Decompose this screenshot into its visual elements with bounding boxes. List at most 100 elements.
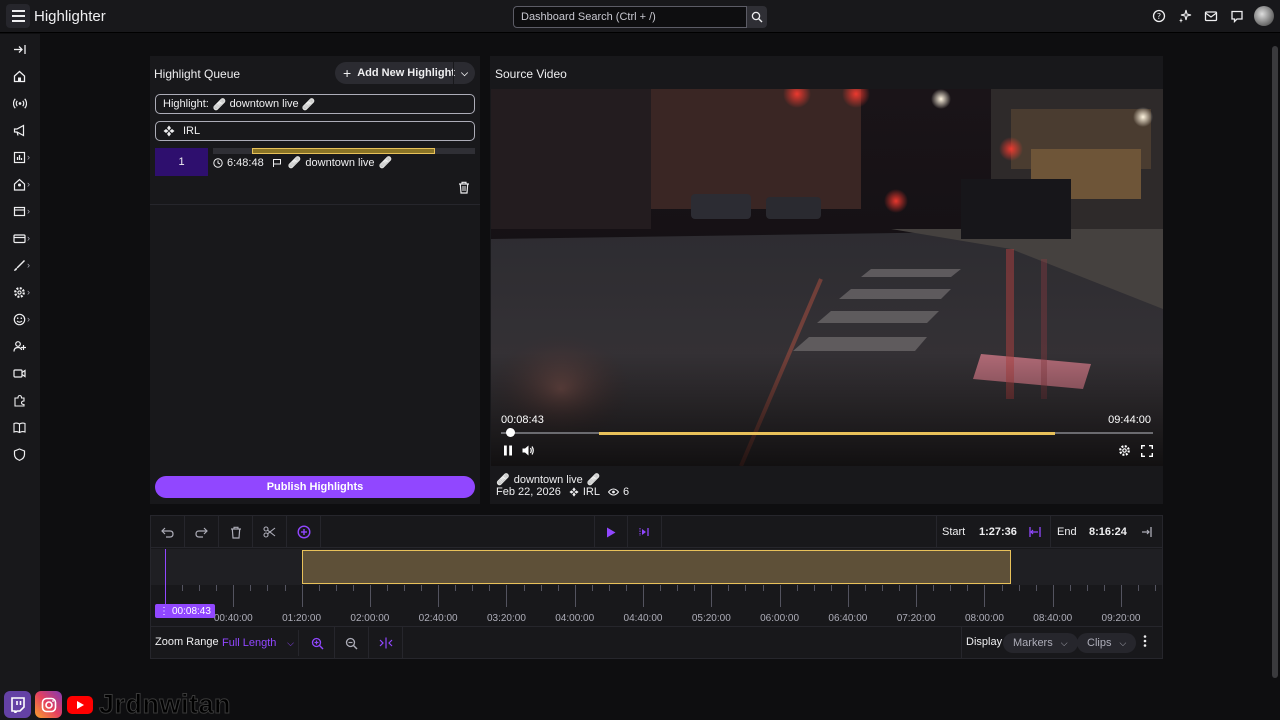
timeline-clip[interactable] [302, 550, 1011, 584]
split-button[interactable] [253, 516, 287, 548]
timeline-minor-tick [1018, 585, 1020, 591]
more-options-icon[interactable] [1143, 635, 1147, 647]
search-input[interactable] [513, 6, 747, 28]
search-bar [513, 6, 767, 28]
content-icon[interactable]: › [13, 203, 35, 219]
video-current-time: 00:08:43 [501, 414, 544, 426]
volume-icon[interactable] [522, 445, 535, 456]
highlight-title-field[interactable]: Highlight: 🩹 downtown live 🩹 [155, 94, 475, 114]
add-user-icon[interactable] [13, 338, 35, 354]
gear-icon[interactable] [1118, 444, 1131, 457]
highlight-queue-title: Highlight Queue [154, 67, 241, 81]
scrollbar-thumb[interactable] [1272, 46, 1278, 678]
play-to-end-button[interactable] [628, 516, 662, 548]
delete-clip-button[interactable] [219, 516, 253, 548]
emote-icon[interactable]: › [13, 311, 35, 327]
chevron-down-icon[interactable]: ⌵ [453, 62, 475, 84]
play-icon [607, 527, 616, 537]
shield-icon[interactable] [13, 446, 35, 462]
timeline-major-tick [506, 585, 508, 607]
chat-icon[interactable] [1228, 6, 1246, 26]
playhead-time-badge[interactable]: ⋮ 00:08:43 [155, 604, 215, 618]
timeline-minor-tick [762, 585, 764, 591]
timeline-track[interactable]: 00:40:00 01:20:00 02:00:00 02:40:00 03:20:00… [151, 549, 1162, 625]
zoom-in-button[interactable] [301, 627, 335, 659]
timeline-minor-tick [796, 585, 798, 591]
youtube-logo-icon [66, 691, 93, 718]
fit-timeline-button[interactable] [369, 627, 403, 659]
markers-toggle[interactable]: Markers ⌵ [1003, 633, 1078, 653]
bandage-icon: 🩹 [287, 157, 302, 169]
zoom-out-button[interactable] [335, 627, 369, 659]
community-icon[interactable]: › [13, 176, 35, 192]
timeline-minor-tick [882, 585, 884, 591]
zoom-out-icon [345, 637, 358, 649]
redo-icon [195, 527, 208, 538]
scrollbar[interactable] [1270, 34, 1280, 720]
timeline-minor-tick [694, 585, 696, 591]
end-label: End [1057, 526, 1077, 538]
fullscreen-icon[interactable] [1141, 445, 1153, 457]
monetization-icon[interactable]: › [13, 230, 35, 246]
user-avatar[interactable] [1254, 6, 1274, 26]
search-button[interactable] [747, 6, 767, 28]
eye-icon [607, 488, 619, 496]
undo-button[interactable] [151, 516, 185, 548]
markers-label: Markers [1013, 637, 1053, 649]
timeline-major-tick [301, 585, 303, 607]
set-end-icon[interactable] [1140, 526, 1152, 538]
video-player[interactable]: 00:08:43 09:44:00 [491, 89, 1163, 466]
book-icon[interactable] [13, 419, 35, 435]
highlight-prefix: Highlight: [163, 98, 209, 110]
zoom-range-value: Full Length [222, 637, 277, 649]
brush-icon[interactable]: › [13, 257, 35, 273]
timeline-minor-tick [216, 585, 218, 591]
timeline-minor-tick [250, 585, 252, 591]
sidebar: › › › › › › › [0, 34, 40, 720]
end-value[interactable]: 8:16:24 [1089, 526, 1127, 538]
queue-item-time: 6:48:48 [227, 156, 264, 169]
collapse-icon[interactable] [13, 41, 35, 57]
megaphone-icon[interactable] [13, 122, 35, 138]
help-icon[interactable]: ? [1150, 6, 1168, 26]
timeline-tick-label: 03:20:00 [486, 613, 526, 624]
publish-highlights-button[interactable]: Publish Highlights [155, 476, 475, 498]
timeline-tick-label: 09:20:00 [1101, 613, 1141, 624]
analytics-icon[interactable]: › [13, 149, 35, 165]
queue-item[interactable]: 1 6:48:48 🩹 downtown live 🩹 [155, 148, 475, 178]
search-icon [751, 11, 763, 23]
home-icon[interactable] [13, 68, 35, 84]
pause-icon[interactable] [503, 445, 513, 456]
sparkle-icon[interactable] [1176, 6, 1194, 26]
video-progress-thumb[interactable] [506, 428, 515, 437]
clips-toggle[interactable]: Clips ⌵ [1077, 633, 1137, 653]
category-field[interactable]: IRL [155, 121, 475, 141]
timeline-playhead[interactable]: ⋮ 00:08:43 [155, 549, 215, 618]
add-highlight-label: Add New Highlight [357, 67, 455, 79]
puzzle-icon[interactable] [13, 392, 35, 408]
timeline-minor-tick [745, 585, 747, 591]
video-views: 6 [622, 486, 630, 498]
settings-icon[interactable]: › [13, 284, 35, 300]
delete-highlight-button[interactable] [458, 181, 470, 194]
set-start-icon[interactable] [1029, 526, 1041, 538]
clips-label: Clips [1087, 637, 1112, 649]
timeline-minor-tick [967, 585, 969, 591]
add-highlight-button[interactable]: + Add New Highlight ⌵ [335, 62, 475, 84]
video-frame [491, 89, 1163, 466]
play-button[interactable] [594, 516, 628, 548]
add-clip-button[interactable] [287, 516, 321, 548]
video-icon[interactable] [13, 365, 35, 381]
start-value[interactable]: 1:27:36 [979, 526, 1017, 538]
zoom-range-select[interactable]: Full Length ⌵ [217, 630, 299, 656]
timeline-major-tick [233, 585, 235, 607]
stream-icon[interactable] [13, 95, 35, 111]
inbox-icon[interactable] [1202, 6, 1220, 26]
menu-icon[interactable] [6, 4, 30, 28]
timeline-tick-label: 06:00:00 [760, 613, 800, 624]
redo-button[interactable] [185, 516, 219, 548]
video-title: downtown live [513, 473, 583, 486]
timeline-tick-label: 02:40:00 [418, 613, 458, 624]
video-progress-bar[interactable] [501, 428, 1153, 437]
queue-divider [150, 204, 480, 205]
